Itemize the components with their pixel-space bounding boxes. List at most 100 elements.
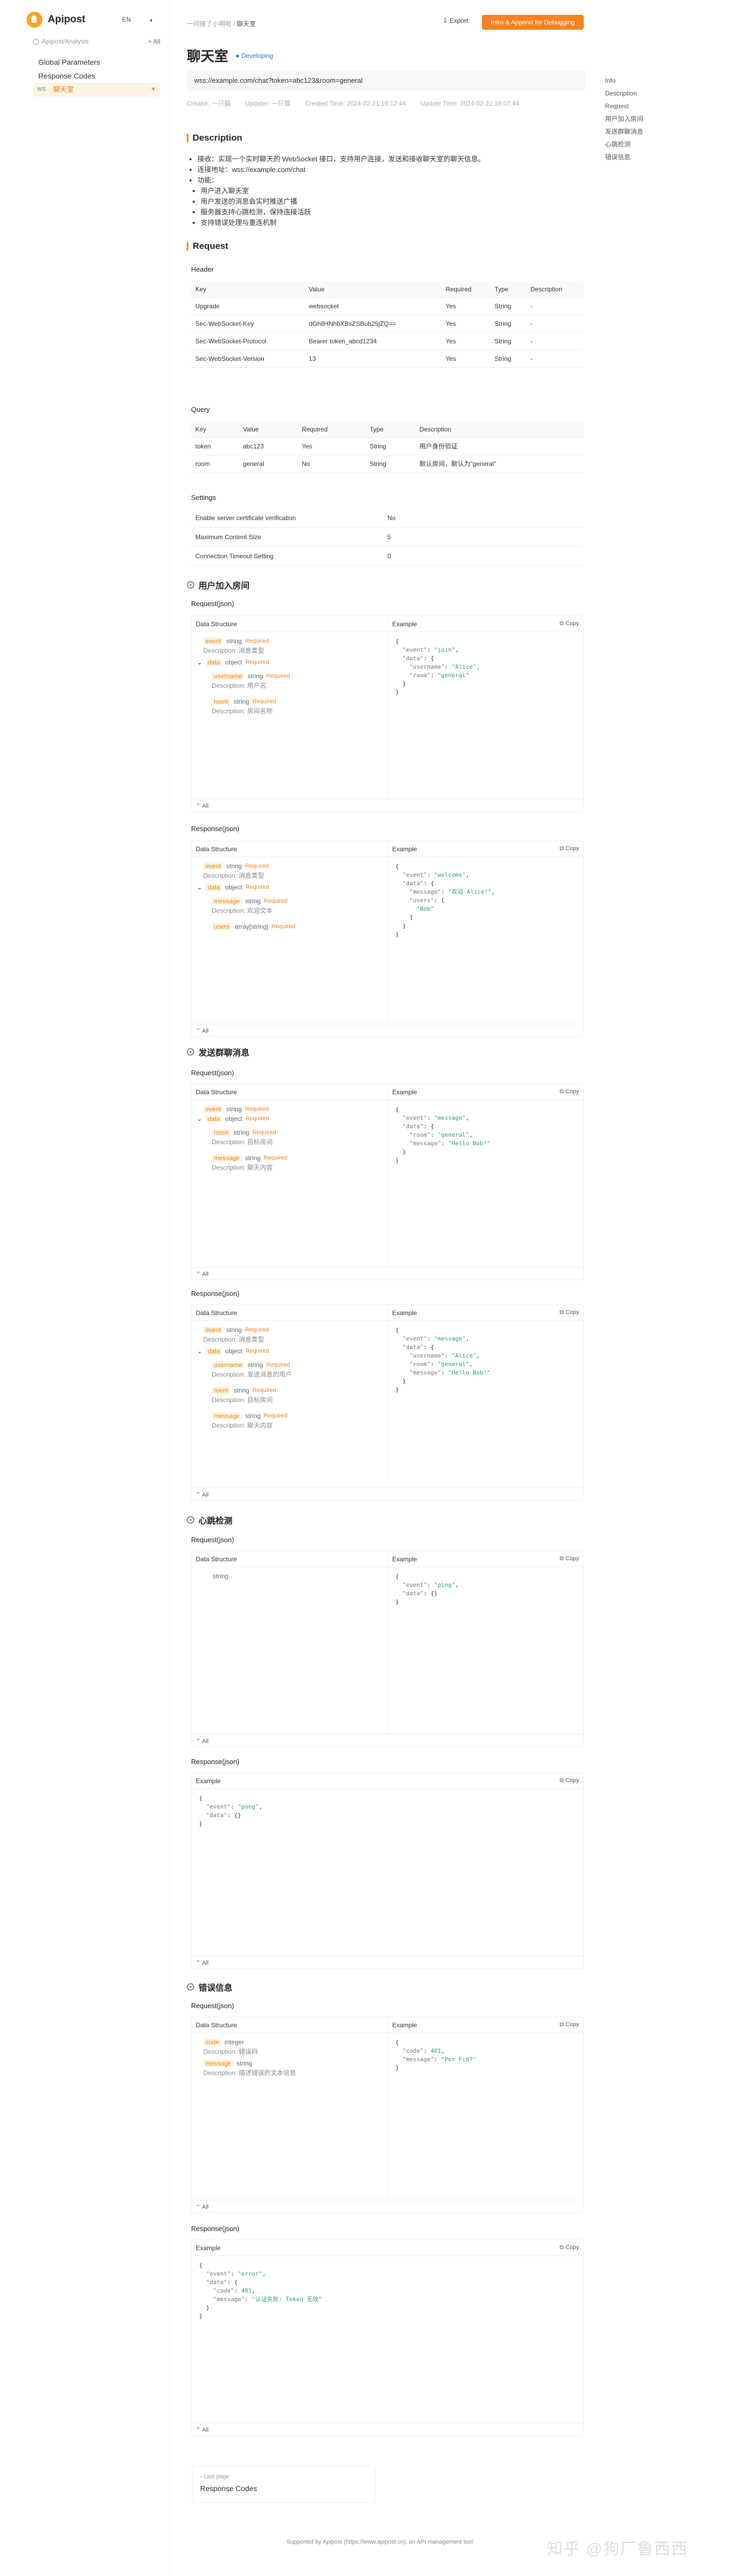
description-line: 连接地址：wss://example.com/chat: [197, 165, 485, 175]
field-row[interactable]: ⌄ data object Required: [197, 883, 382, 892]
field-name: message: [203, 2060, 234, 2067]
field-type: string: [226, 1105, 242, 1113]
language-switch[interactable]: EN: [122, 16, 131, 23]
expand-all-button[interactable]: ⌃ All: [192, 1956, 583, 1968]
required-tag: Required: [252, 1129, 277, 1136]
theme-toggle-icon[interactable]: ◐: [150, 16, 154, 24]
toc-item[interactable]: 用户加入房间: [605, 113, 690, 125]
expand-all-button[interactable]: ⌃ All: [192, 1024, 583, 1036]
cell: 0: [387, 552, 391, 560]
example-code: { "event": "welcome", "data": { "message…: [395, 863, 495, 938]
open-debug-button[interactable]: Intro & Append for Debugging: [482, 15, 584, 30]
apipost-logo-icon: [27, 12, 42, 28]
title-row: 聊天室 ● Developing: [187, 46, 273, 65]
panel-header: Data Structure Example ⧉ Copy: [192, 616, 583, 632]
cell: Sec-WebSocket-Version: [191, 350, 305, 368]
expand-all-button[interactable]: ⌃ All: [192, 2423, 583, 2435]
add-filter-button[interactable]: + All: [148, 38, 160, 45]
message-heading: 发送群聊消息: [187, 1045, 249, 1058]
field-type: string: [245, 897, 261, 905]
message-icon: [187, 1983, 194, 1991]
field-type: string: [234, 1129, 249, 1136]
toc-item[interactable]: Request: [605, 100, 690, 113]
cell: Yes: [441, 350, 490, 368]
chevron-down-icon[interactable]: ⌄: [197, 1347, 202, 1355]
desc-label: Description:: [203, 647, 237, 654]
toc-item[interactable]: 发送群聊消息: [605, 125, 690, 138]
copy-button[interactable]: ⧉ Copy: [559, 1777, 579, 1784]
response-panel: Example ⧉ Copy { "event": "pong", "data":…: [191, 1773, 584, 1969]
field-row: room string Required: [212, 697, 382, 706]
all-label: All: [202, 803, 209, 809]
cell: Connection Timeout Setting: [195, 552, 274, 560]
toc-item[interactable]: Info: [605, 74, 690, 87]
search-input[interactable]: Apipost/Analysis: [42, 38, 89, 45]
export-button[interactable]: ⇩ Export: [443, 17, 468, 24]
field-description: Description: 消息类型: [203, 1336, 264, 1343]
field-name: data: [205, 659, 222, 666]
field-name: message: [212, 1154, 242, 1162]
cell: general: [238, 455, 298, 473]
sidebar-item-chatroom[interactable]: WS 聊天室 ▼: [33, 83, 160, 97]
desc-label: Description:: [203, 1336, 237, 1343]
message-heading: 心跳检测: [187, 1514, 232, 1526]
data-structure-label: Data Structure: [192, 1551, 388, 1567]
endpoint-url: wss://example.com/chat?token=abc123&room…: [187, 70, 585, 91]
message-heading: 错误信息: [187, 1981, 232, 1993]
chevron-down-icon[interactable]: ⌄: [197, 659, 202, 666]
data-structure: event string Required ⌄ data object Required …: [192, 1100, 388, 1267]
copy-button[interactable]: ⧉ Copy: [559, 2244, 579, 2251]
expand-all-button[interactable]: ⌃ All: [192, 1267, 583, 1280]
data-structure: code integer Description: 错误码 message stri…: [192, 2033, 388, 2200]
expand-all-button[interactable]: ⌃ All: [192, 2200, 583, 2212]
expand-all-button[interactable]: ⌃ All: [192, 1734, 583, 1747]
field-name: message: [212, 1412, 242, 1420]
settings-label: Settings: [191, 494, 216, 502]
response-json-label: Response(json): [191, 1290, 240, 1298]
breadcrumb-parent[interactable]: 一问接了小明啦: [187, 20, 231, 28]
desc-label: Description:: [203, 2048, 237, 2055]
panel-header: Example ⧉ Copy: [192, 1773, 583, 1789]
nested-fields: username string Required Description: 发送消息…: [212, 1360, 382, 1432]
copy-button[interactable]: ⧉ Copy: [559, 620, 579, 627]
field-row: code integer: [203, 2037, 382, 2047]
expand-all-button[interactable]: ⌃ All: [192, 799, 583, 811]
search-bar[interactable]: Apipost/Analysis + All: [33, 35, 160, 48]
toc-item[interactable]: Description: [605, 87, 690, 100]
col-key: Key: [191, 421, 239, 438]
copy-button[interactable]: ⧉ Copy: [559, 1309, 579, 1316]
field-row[interactable]: ⌄ data object Required: [197, 1346, 382, 1356]
chevron-down-icon[interactable]: ⌄: [197, 1115, 202, 1122]
col-description: Description: [526, 281, 584, 298]
field-row: event string Required: [203, 1104, 382, 1114]
toc-item[interactable]: 错误信息: [605, 151, 690, 163]
field-row: message string Required: [212, 1411, 382, 1421]
example-header: Example ⧉ Copy: [388, 616, 583, 632]
toc-item[interactable]: 心跳检测: [605, 138, 690, 151]
required-tag: Required: [245, 884, 270, 891]
field-row[interactable]: ⌄ data object Required: [197, 658, 382, 667]
last-page-link[interactable]: ‹ Last page Response Codes: [192, 2466, 376, 2503]
panel-header: Example ⧉ Copy: [192, 2240, 583, 2256]
table-row: Sec-WebSocket-Version 13 Yes String -: [191, 350, 584, 368]
desc-label: Description:: [212, 1371, 246, 1378]
copy-button[interactable]: ⧉ Copy: [559, 845, 579, 852]
all-label: All: [202, 1028, 209, 1034]
chevron-down-icon[interactable]: ⌄: [197, 884, 202, 891]
required-tag: Required: [266, 1362, 290, 1368]
sidebar-item-response-codes[interactable]: Response Codes: [33, 69, 160, 83]
cell: abc123: [238, 437, 298, 455]
required-tag: Required: [245, 1116, 270, 1122]
settings-table: Enable server certificate verification No…: [191, 508, 584, 566]
copy-button[interactable]: ⧉ Copy: [559, 1555, 579, 1562]
desc-label: Description:: [212, 682, 246, 689]
field-row[interactable]: ⌄ data object Required: [197, 1114, 382, 1123]
data-structure-label: Data Structure: [192, 841, 388, 857]
expand-all-button[interactable]: ⌃ All: [192, 1488, 583, 1500]
copy-button[interactable]: ⧉ Copy: [559, 2021, 579, 2028]
panel-body: { "event": "pong", "data": {} }: [192, 1789, 583, 1956]
copy-button[interactable]: ⧉ Copy: [559, 1088, 579, 1095]
request-panel: Data Structure Example ⧉ Copy string { "ev…: [191, 1551, 584, 1747]
sidebar-item-global-parameters[interactable]: Global Parameters: [33, 55, 160, 69]
panel-header: Data Structure Example ⧉ Copy: [192, 1551, 583, 1567]
